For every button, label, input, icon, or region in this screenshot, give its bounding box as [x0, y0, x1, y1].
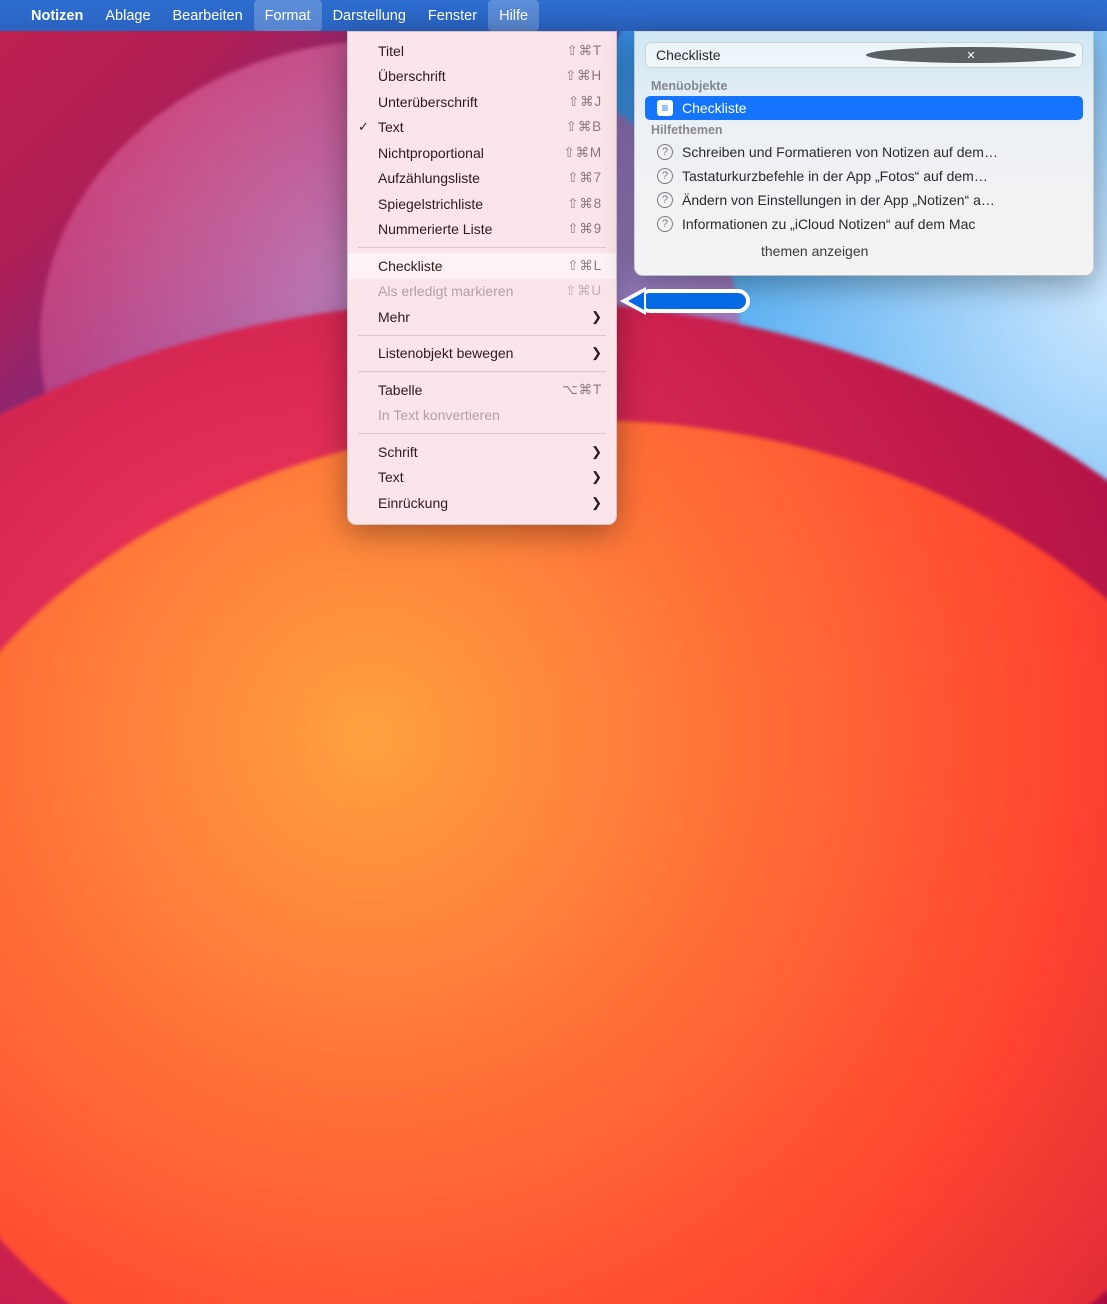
menu-item--berschrift[interactable]: Überschrift ⇧⌘H — [348, 64, 616, 90]
clear-search-icon[interactable]: ✕ — [866, 47, 1076, 63]
help-menu-heading: Menüobjekte — [645, 76, 1083, 96]
menubar-item-hilfe[interactable]: Hilfe — [488, 0, 539, 31]
help-search-value: Checkliste — [656, 47, 866, 63]
menubar-item-format[interactable]: Format — [254, 0, 322, 31]
chevron-right-icon: ❯ — [591, 444, 602, 460]
help-search-panel: Checkliste ✕ Menüobjekte ≡ Checkliste Hil… — [634, 31, 1094, 276]
menu-item-shortcut: ⇧⌘7 — [567, 170, 602, 186]
menu-item-mehr[interactable]: Mehr ❯ — [348, 304, 616, 330]
menubar-item-fenster[interactable]: Fenster — [417, 0, 488, 31]
menubar-item-darstellung[interactable]: Darstellung — [322, 0, 417, 31]
menu-item-spiegelstrichliste[interactable]: Spiegelstrichliste ⇧⌘8 — [348, 191, 616, 217]
question-mark-icon: ? — [657, 192, 673, 208]
menu-item-label: Nummerierte Liste — [378, 221, 492, 237]
menubar-item-bearbeiten[interactable]: Bearbeiten — [162, 0, 254, 31]
menu-item-label: Spiegelstrichliste — [378, 196, 483, 212]
menu-item-shortcut: ⇧⌘H — [565, 68, 602, 84]
menu-item-nummerierte-liste[interactable]: Nummerierte Liste ⇧⌘9 — [348, 217, 616, 243]
menu-item-text[interactable]: ✓ Text ⇧⌘B — [348, 115, 616, 141]
menu-item-shortcut: ⇧⌘T — [567, 43, 603, 59]
help-topic-label: Ändern von Einstellungen in der App „Not… — [682, 192, 1075, 208]
menu-item-aufz-hlungsliste[interactable]: Aufzählungsliste ⇧⌘7 — [348, 166, 616, 192]
menu-item-schrift[interactable]: Schrift ❯ — [348, 439, 616, 465]
help-topic-label: Tastaturkurzbefehle in der App „Fotos“ a… — [682, 168, 1075, 184]
menu-item-einr-ckung[interactable]: Einrückung ❯ — [348, 490, 616, 516]
menu-item-label: Aufzählungsliste — [378, 170, 480, 186]
menu-item-label: Titel — [378, 43, 404, 59]
menu-item-label: Nichtproportional — [378, 145, 484, 161]
menu-item-shortcut: ⇧⌘8 — [567, 196, 602, 212]
menu-item-listenobjekt-bewegen[interactable]: Listenobjekt bewegen ❯ — [348, 341, 616, 367]
menu-item-tabelle[interactable]: Tabelle ⌥⌘T — [348, 377, 616, 403]
checkmark-icon: ✓ — [358, 119, 369, 135]
menu-item-in-text-konvertieren: In Text konvertieren — [348, 403, 616, 429]
help-result-label: Checkliste — [682, 100, 1075, 116]
menu-item-label: Text — [378, 469, 404, 485]
menu-item-label: Text — [378, 119, 404, 135]
help-topic-label: Informationen zu „iCloud Notizen“ auf de… — [682, 216, 1075, 232]
menu-separator — [358, 247, 606, 248]
menu-item-label: In Text konvertieren — [378, 407, 500, 423]
menu-item-label: Überschrift — [378, 68, 446, 84]
menu-item-als-erledigt-markieren: Als erledigt markieren ⇧⌘U — [348, 279, 616, 305]
menu-item-nichtproportional[interactable]: Nichtproportional ⇧⌘M — [348, 140, 616, 166]
help-topic-item[interactable]: ? Ändern von Einstellungen in der App „No… — [645, 188, 1083, 212]
menu-item-label: Checkliste — [378, 258, 443, 274]
help-topic-item[interactable]: ? Tastaturkurzbefehle in der App „Fotos“ … — [645, 164, 1083, 188]
menubar: Notizen Ablage Bearbeiten Format Darstel… — [0, 0, 1107, 31]
help-show-all-topics[interactable]: themen anzeigen — [645, 239, 1083, 263]
menu-separator — [358, 335, 606, 336]
help-menu-result[interactable]: ≡ Checkliste — [645, 96, 1083, 120]
menu-item-shortcut: ⇧⌘M — [564, 145, 603, 161]
menubar-item-ablage[interactable]: Ablage — [94, 0, 161, 31]
question-mark-icon: ? — [657, 144, 673, 160]
menu-item-shortcut: ⇧⌘L — [567, 258, 602, 274]
menu-item-titel[interactable]: Titel ⇧⌘T — [348, 38, 616, 64]
menu-item-label: Schrift — [378, 444, 418, 460]
menubar-app-name[interactable]: Notizen — [20, 0, 94, 31]
help-topics-heading: Hilfethemen — [645, 120, 1083, 140]
question-mark-icon: ? — [657, 216, 673, 232]
chevron-right-icon: ❯ — [591, 345, 602, 361]
menu-item-checkliste[interactable]: Checkliste ⇧⌘L — [348, 253, 616, 279]
menu-item-label: Listenobjekt bewegen — [378, 345, 513, 361]
chevron-right-icon: ❯ — [591, 495, 602, 511]
chevron-right-icon: ❯ — [591, 309, 602, 325]
menu-result-icon: ≡ — [657, 100, 673, 116]
format-menu-dropdown: Titel ⇧⌘T Überschrift ⇧⌘H Unterüberschrift ⇧⌘… — [347, 31, 617, 525]
help-search-field[interactable]: Checkliste ✕ — [645, 42, 1083, 68]
menu-item-shortcut: ⇧⌘9 — [567, 221, 602, 237]
menu-item-label: Unterüberschrift — [378, 94, 478, 110]
menu-item-shortcut: ⇧⌘J — [568, 94, 602, 110]
help-topic-item[interactable]: ? Informationen zu „iCloud Notizen“ auf d… — [645, 212, 1083, 236]
menu-separator — [358, 433, 606, 434]
menu-item-label: Tabelle — [378, 382, 422, 398]
menu-item-label: Mehr — [378, 309, 410, 325]
question-mark-icon: ? — [657, 168, 673, 184]
menu-item-unter-berschrift[interactable]: Unterüberschrift ⇧⌘J — [348, 89, 616, 115]
menu-item-shortcut: ⇧⌘B — [566, 119, 602, 135]
chevron-right-icon: ❯ — [591, 469, 602, 485]
help-result-pointer-arrow — [620, 289, 750, 313]
menu-item-shortcut: ⇧⌘U — [565, 283, 602, 299]
help-topic-label: Schreiben und Formatieren von Notizen au… — [682, 144, 1075, 160]
menu-item-shortcut: ⌥⌘T — [562, 382, 602, 398]
help-topic-item[interactable]: ? Schreiben und Formatieren von Notizen a… — [645, 140, 1083, 164]
menu-item-label: Als erledigt markieren — [378, 283, 513, 299]
menu-item-text[interactable]: Text ❯ — [348, 465, 616, 491]
menu-item-label: Einrückung — [378, 495, 448, 511]
menu-separator — [358, 371, 606, 372]
